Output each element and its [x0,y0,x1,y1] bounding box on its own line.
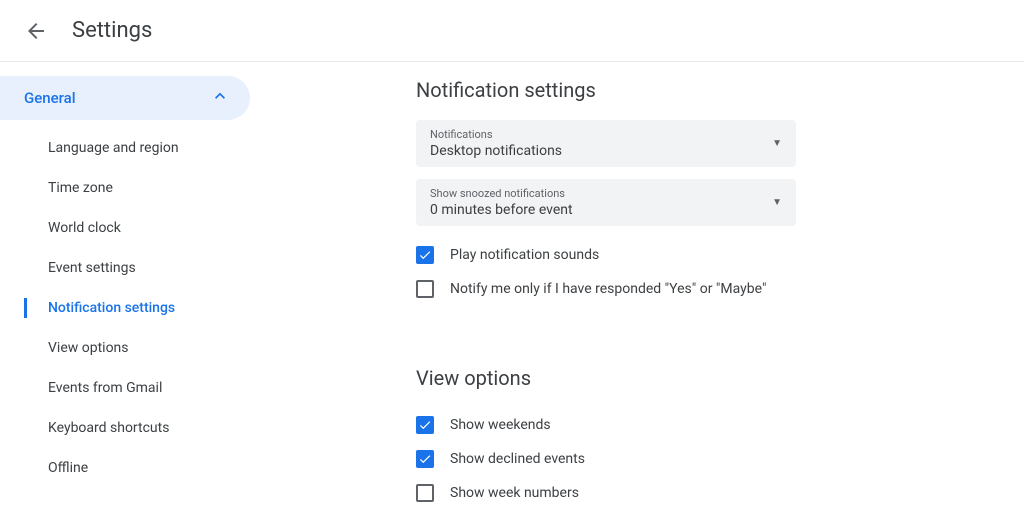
sidebar-section-general[interactable]: General [0,76,250,120]
checkbox-row-show-week-numbers[interactable]: Show week numbers [416,476,984,510]
section-title-view-options: View options [416,366,984,390]
view-options-section: View options Show weekends Show declined … [416,366,984,510]
checkbox-row-show-declined-events[interactable]: Show declined events [416,442,984,476]
sidebar-item-keyboard-shortcuts[interactable]: Keyboard shortcuts [0,408,256,448]
checkbox-icon [416,246,434,264]
select-value: 0 minutes before event [430,202,573,218]
section-title-notifications: Notification settings [416,78,984,102]
checkbox-icon [416,450,434,468]
sidebar-item-label: Event settings [48,260,136,276]
sidebar-item-time-zone[interactable]: Time zone [0,168,256,208]
sidebar-item-event-settings[interactable]: Event settings [0,248,256,288]
select-label: Show snoozed notifications [430,187,573,200]
sidebar-header-label: General [24,89,76,107]
page-title: Settings [72,18,152,43]
checkbox-icon [416,484,434,502]
checkbox-row-show-weekends[interactable]: Show weekends [416,408,984,442]
checkbox-label: Show week numbers [450,485,579,501]
select-show-snoozed-notifications[interactable]: Show snoozed notifications 0 minutes befo… [416,179,796,226]
sidebar-item-label: Notification settings [48,300,175,316]
caret-down-icon: ▼ [772,197,782,208]
caret-down-icon: ▼ [772,138,782,149]
select-notifications[interactable]: Notifications Desktop notifications ▼ [416,120,796,167]
checkbox-label: Show weekends [450,417,551,433]
sidebar-item-label: World clock [48,220,121,236]
main-panel: Notification settings Notifications Deskt… [256,62,1024,510]
sidebar-item-world-clock[interactable]: World clock [0,208,256,248]
sidebar-item-events-from-gmail[interactable]: Events from Gmail [0,368,256,408]
sidebar-item-notification-settings[interactable]: Notification settings [0,288,256,328]
checkbox-row-notify-me-only-if-i-have-responded-yes-or-maybe[interactable]: Notify me only if I have responded "Yes"… [416,272,984,306]
select-value: Desktop notifications [430,143,562,159]
back-arrow-icon[interactable] [24,19,48,43]
checkbox-row-play-notification-sounds[interactable]: Play notification sounds [416,238,984,272]
sidebar-item-label: Offline [48,460,88,476]
sidebar-item-label: Keyboard shortcuts [48,420,169,436]
checkbox-icon [416,416,434,434]
checkbox-icon [416,280,434,298]
header: Settings [0,0,1024,62]
sidebar-item-label: Time zone [48,180,113,196]
sidebar-item-label: Language and region [48,140,179,156]
sidebar-item-label: Events from Gmail [48,380,162,396]
sidebar-item-offline[interactable]: Offline [0,448,256,488]
content: General Language and region Time zone Worl… [0,62,1024,510]
notification-settings-section: Notification settings Notifications Deskt… [416,78,984,306]
select-label: Notifications [430,128,562,141]
sidebar-item-view-options[interactable]: View options [0,328,256,368]
sidebar-item-language-and-region[interactable]: Language and region [0,128,256,168]
checkbox-label: Show declined events [450,451,585,467]
sidebar: General Language and region Time zone Worl… [0,62,256,510]
chevron-up-icon [210,86,230,110]
checkbox-label: Play notification sounds [450,247,599,263]
checkbox-label: Notify me only if I have responded "Yes"… [450,281,766,297]
sidebar-item-label: View options [48,340,129,356]
